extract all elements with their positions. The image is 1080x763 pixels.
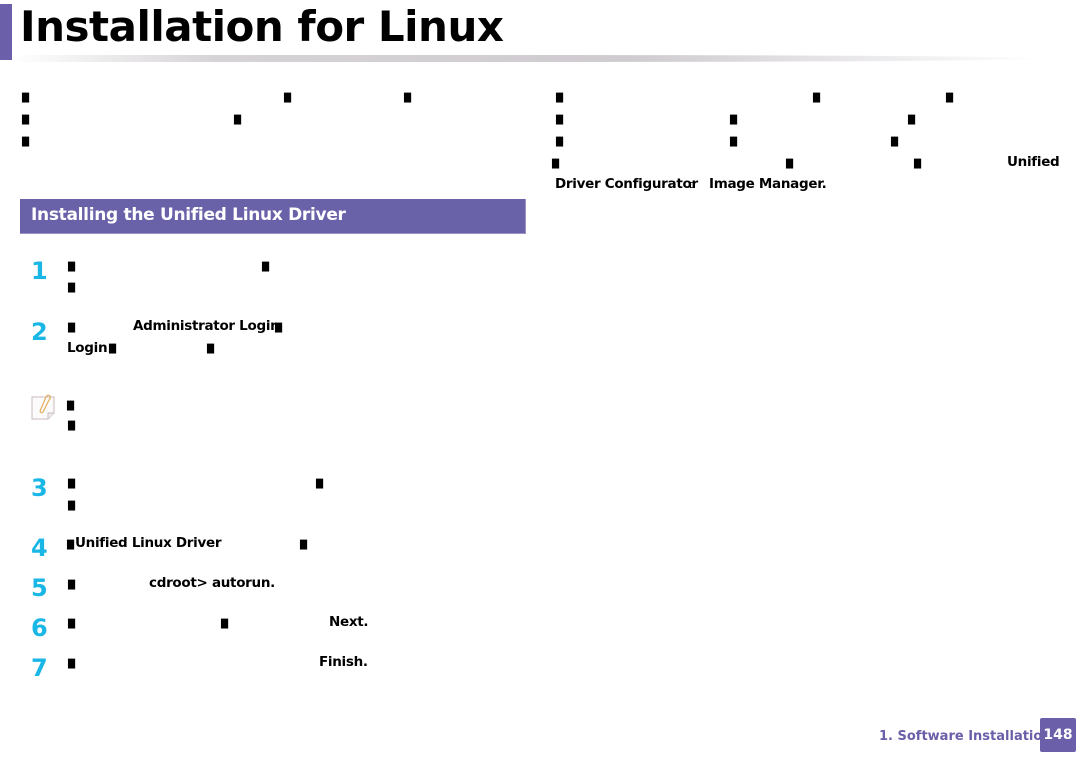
step-number: 1 <box>31 257 48 285</box>
text-glyph: ▮▮ <box>945 90 954 105</box>
text-glyph: ▮▮ <box>551 156 560 171</box>
text-glyph: ▮▮ <box>812 90 821 105</box>
text-glyph: ▮▮ <box>913 156 922 171</box>
step-number: 6 <box>31 614 48 642</box>
step-number: 5 <box>31 574 48 602</box>
section-title: Installing the Unified Linux Driver <box>31 205 346 225</box>
text-glyph: ▮▮ <box>555 90 564 105</box>
title-accent-bar <box>0 4 12 60</box>
footer-chapter-link[interactable]: 1. Software Installation <box>879 729 1052 744</box>
text-glyph: ▮▮ <box>729 134 738 149</box>
separator-glyph: ᴅ <box>689 178 696 191</box>
text-glyph: ▮▮ <box>67 498 76 513</box>
page-number-badge: 148 <box>1040 718 1076 752</box>
text-glyph: ▮▮ <box>233 112 242 127</box>
text-glyph: ▮▮ <box>785 156 794 171</box>
step-number: 7 <box>31 654 48 682</box>
text-glyph: ▮▮ <box>67 280 76 295</box>
bold-term: Next. <box>329 614 369 630</box>
text-glyph: ▮▮ <box>108 341 117 356</box>
note-pencil-icon <box>31 394 55 420</box>
text-glyph: ▮▮ <box>261 259 270 274</box>
bold-term: Administrator Login <box>133 318 280 334</box>
text-glyph: ▮▮ <box>67 476 76 491</box>
bold-term: Driver Configurator <box>555 176 698 192</box>
bold-term: Finish. <box>319 654 368 670</box>
bold-term: Unified Linux Driver <box>75 535 222 551</box>
text-glyph: ▮▮ <box>555 112 564 127</box>
title-divider <box>12 55 1042 62</box>
text-glyph: ▮▮ <box>67 418 76 433</box>
text-glyph: ▮▮ <box>274 320 283 335</box>
text-glyph: ▮▮ <box>315 476 324 491</box>
text-glyph: ▮▮ <box>729 112 738 127</box>
bold-term: Login <box>67 340 108 356</box>
text-glyph: ▮▮ <box>67 259 76 274</box>
text-glyph: ▮▮ <box>21 134 30 149</box>
command-text: cdroot> autorun. <box>149 575 275 591</box>
step-number: 2 <box>31 318 48 346</box>
text-glyph: ▮▮ <box>907 112 916 127</box>
bold-term: Image Manager. <box>709 176 827 192</box>
text-glyph: ▮▮ <box>67 656 76 671</box>
step-number: 4 <box>31 534 48 562</box>
text-glyph: ▮▮ <box>283 90 292 105</box>
section-header: Installing the Unified Linux Driver <box>20 199 526 234</box>
text-glyph: ▮▮ <box>21 90 30 105</box>
text-glyph: ▮▮ <box>220 616 229 631</box>
text-glyph: ▮▮ <box>66 537 75 552</box>
text-glyph: ▮▮ <box>67 320 76 335</box>
bold-term: Unified <box>1007 154 1060 170</box>
text-glyph: ▮▮ <box>299 537 308 552</box>
text-glyph: ▮▮ <box>67 577 76 592</box>
text-glyph: ▮▮ <box>21 112 30 127</box>
text-glyph: ▮▮ <box>66 398 75 413</box>
page-title: Installation for Linux <box>20 2 504 51</box>
text-glyph: ▮▮ <box>890 134 899 149</box>
text-glyph: ▮▮ <box>67 616 76 631</box>
text-glyph: ▮▮ <box>555 134 564 149</box>
text-glyph: ▮▮ <box>206 341 215 356</box>
text-glyph: ▮▮ <box>403 90 412 105</box>
step-number: 3 <box>31 474 48 502</box>
